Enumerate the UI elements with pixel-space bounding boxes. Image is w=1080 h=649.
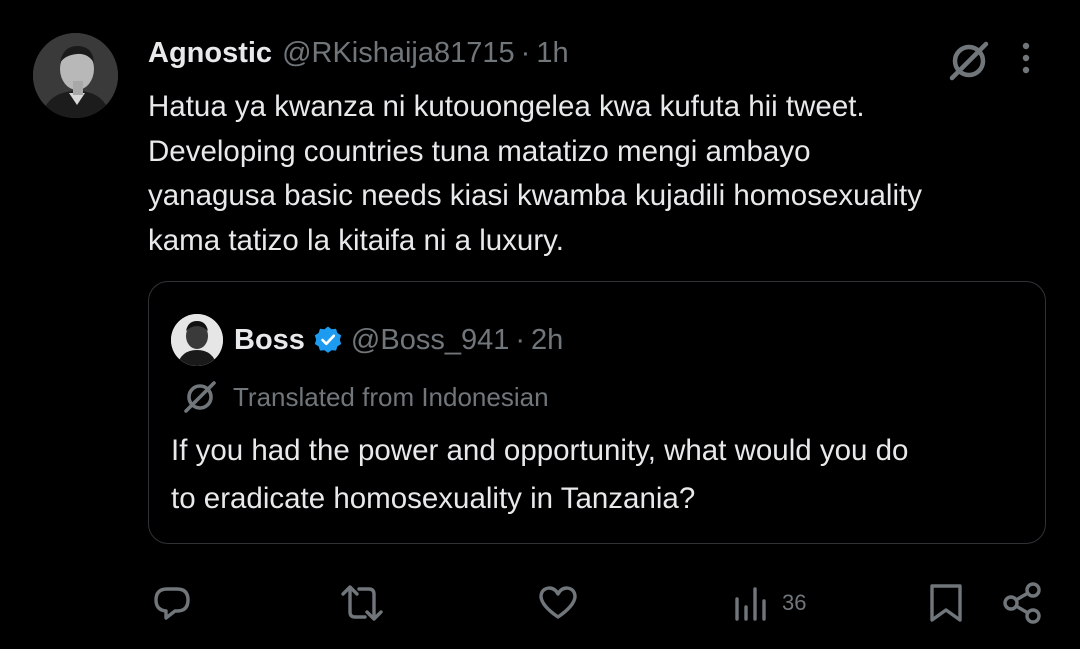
quoted-header: Boss @Boss_941 · 2h: [234, 318, 563, 362]
tweet-text-line: kama tatizo la kitaifa ni a luxury.: [148, 224, 564, 258]
tweet-text-line: yanagusa basic needs kiasi kwamba kujadi…: [148, 179, 922, 213]
quoted-tweet[interactable]: Boss @Boss_941 · 2h Translated from Indo…: [148, 281, 1046, 544]
tweet-time[interactable]: 1h: [536, 37, 568, 70]
quoted-text-line: to eradicate homosexuality in Tanzania?: [171, 482, 696, 515]
quoted-author-name[interactable]: Boss: [234, 324, 305, 357]
author-name[interactable]: Agnostic: [148, 37, 272, 70]
separator-dot: ·: [515, 323, 526, 356]
translate-icon: [184, 381, 216, 413]
retweet-icon: [341, 585, 383, 621]
like-button[interactable]: [536, 578, 580, 628]
grok-icon[interactable]: [946, 38, 992, 84]
like-icon: [539, 586, 577, 619]
quoted-author-handle[interactable]: @Boss_941: [351, 324, 509, 357]
more-icon[interactable]: [1012, 38, 1040, 78]
author-handle[interactable]: @RKishaija81715: [282, 37, 515, 70]
views-button[interactable]: 36: [730, 578, 806, 628]
tweet-header: Agnostic @RKishaija81715 · 1h: [148, 30, 569, 76]
quoted-author-avatar[interactable]: [171, 314, 223, 366]
tweet-text: Hatua ya kwanza ni kutouongelea kwa kufu…: [148, 85, 1048, 264]
bookmark-button[interactable]: [924, 578, 968, 628]
avatar-portrait: [33, 33, 118, 118]
views-icon: [735, 587, 766, 621]
retweet-button[interactable]: [340, 578, 384, 628]
views-count: 36: [782, 590, 807, 615]
translation-label: Translated from Indonesian: [233, 381, 549, 412]
share-icon: [1003, 582, 1041, 624]
share-button[interactable]: [1000, 578, 1044, 628]
separator-dot: ·: [520, 36, 531, 69]
quoted-avatar-portrait: [171, 314, 223, 366]
quoted-time[interactable]: 2h: [531, 324, 563, 357]
tweet-text-line: Developing countries tuna matatizo mengi…: [148, 134, 811, 168]
tweet-text-line: Hatua ya kwanza ni kutouongelea kwa kufu…: [148, 90, 865, 123]
reply-icon: [154, 587, 190, 620]
translation-notice[interactable]: Translated from Indonesian: [181, 378, 549, 416]
quoted-text: If you had the power and opportunity, wh…: [171, 427, 1031, 523]
author-avatar[interactable]: [33, 33, 118, 118]
bookmark-icon: [930, 584, 962, 622]
action-bar: 36: [0, 578, 1080, 628]
verified-icon[interactable]: [313, 325, 343, 355]
quoted-text-line: If you had the power and opportunity, wh…: [171, 434, 909, 467]
reply-button[interactable]: [150, 578, 194, 628]
